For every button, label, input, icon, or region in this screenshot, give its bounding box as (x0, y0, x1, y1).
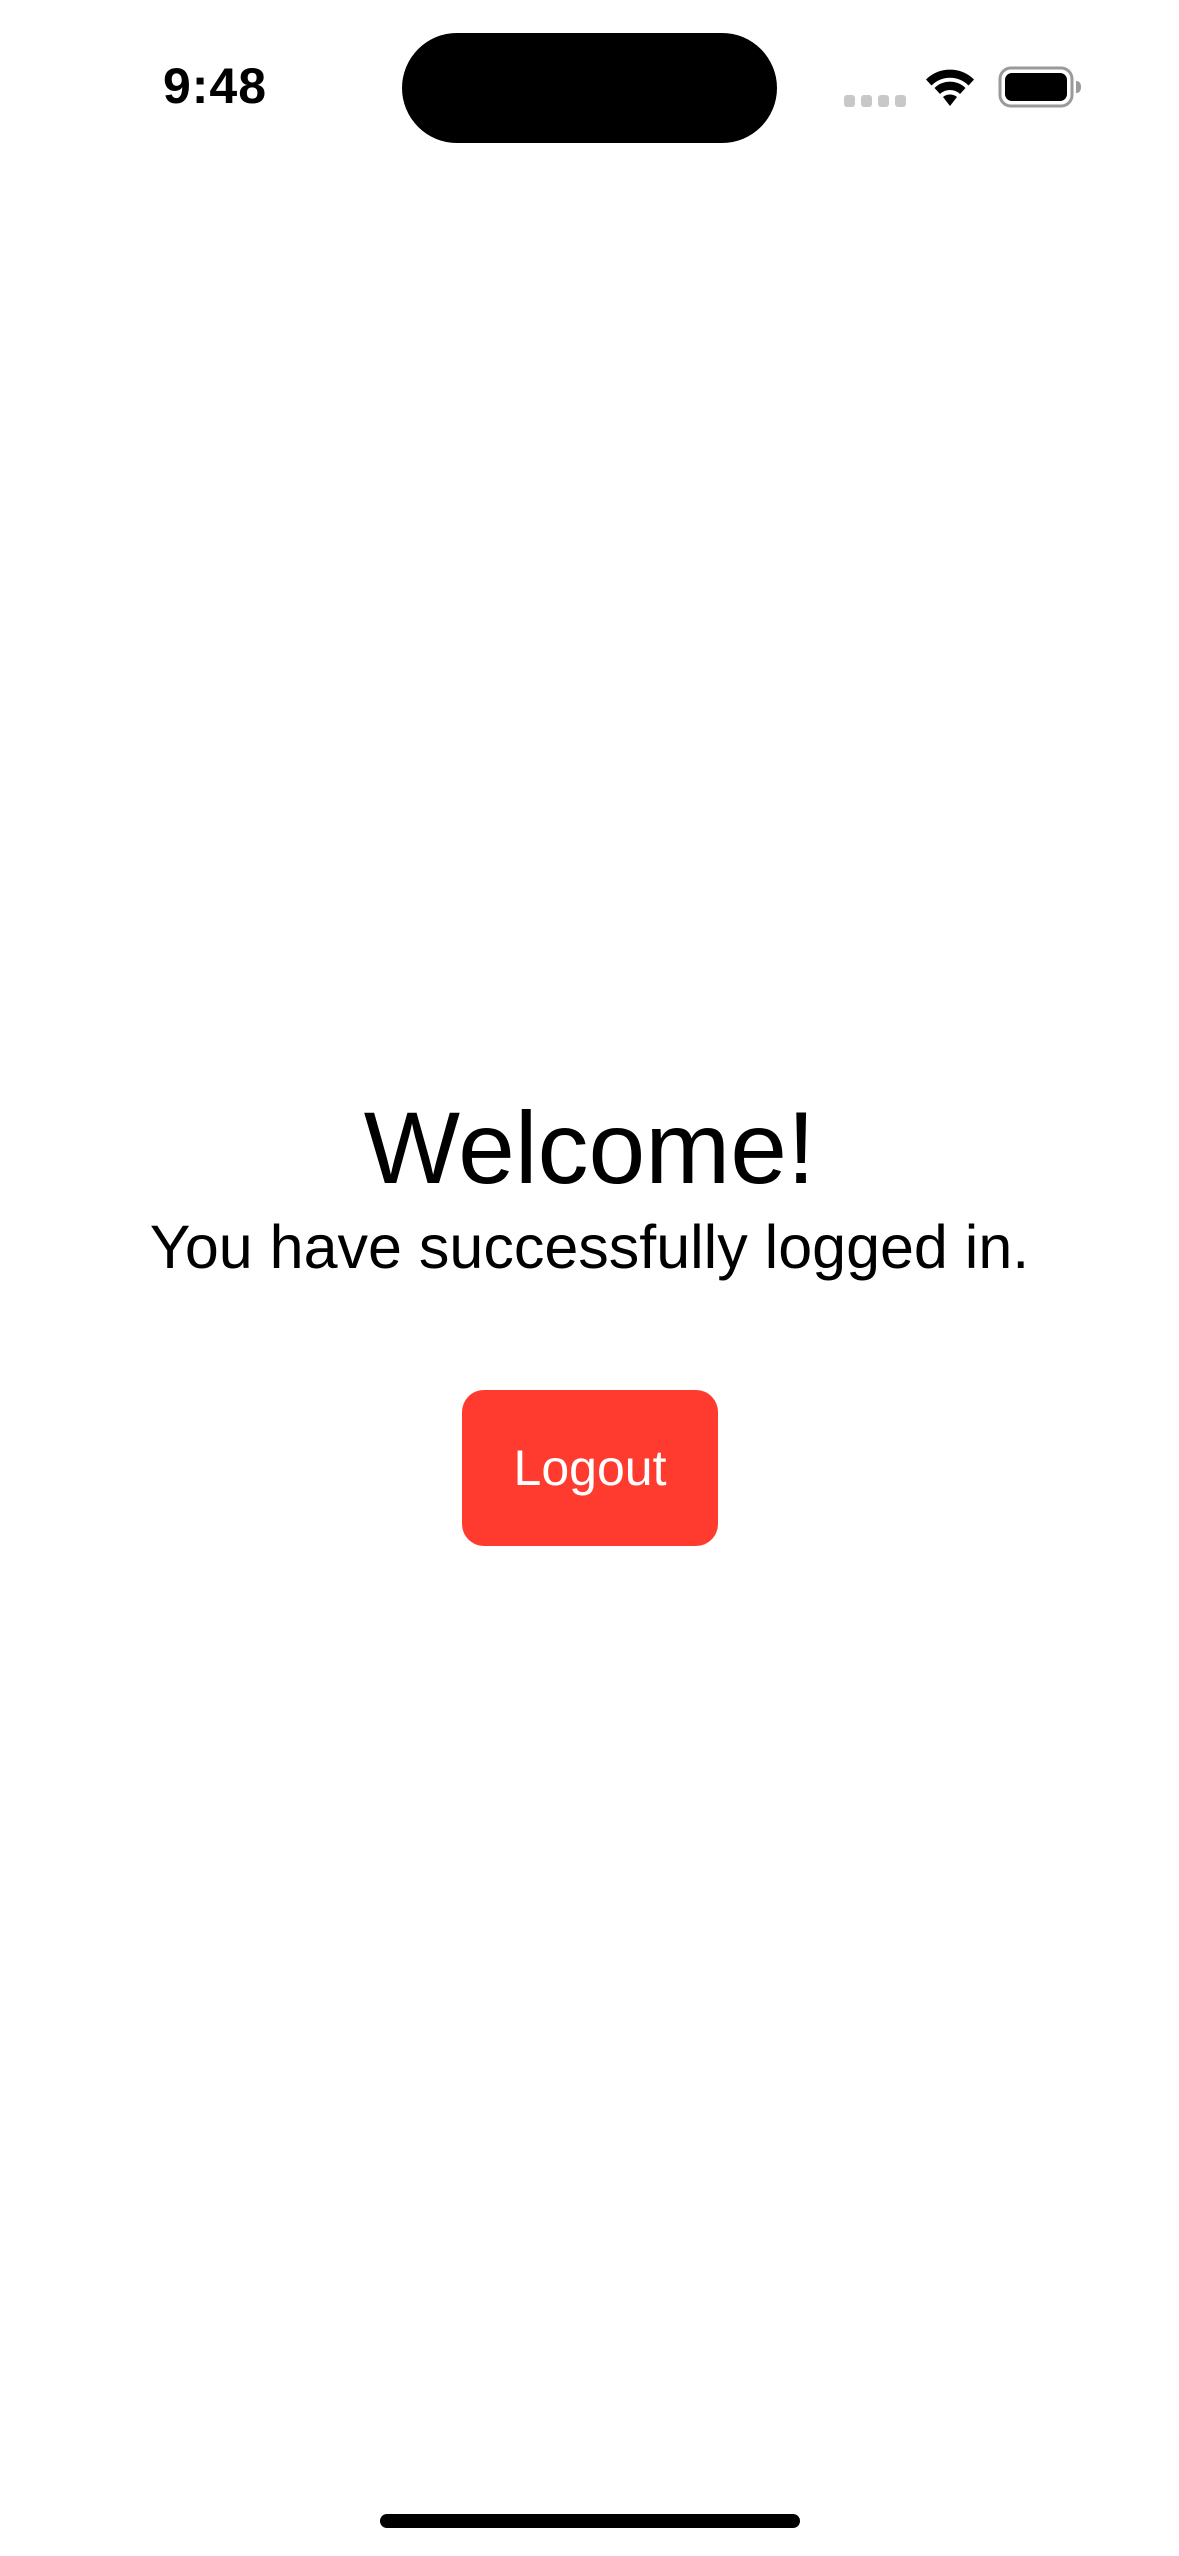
status-bar: 9:48 (0, 0, 1179, 170)
logout-button[interactable]: Logout (462, 1390, 718, 1546)
home-indicator[interactable] (380, 2514, 800, 2528)
dynamic-island (402, 33, 777, 143)
battery-icon (998, 66, 1081, 108)
wifi-icon (926, 69, 974, 106)
status-time: 9:48 (162, 58, 268, 114)
welcome-title: Welcome! (363, 1091, 816, 1205)
welcome-subtitle: You have successfully logged in. (149, 1213, 1030, 1281)
cellular-signal-icon (844, 95, 906, 107)
